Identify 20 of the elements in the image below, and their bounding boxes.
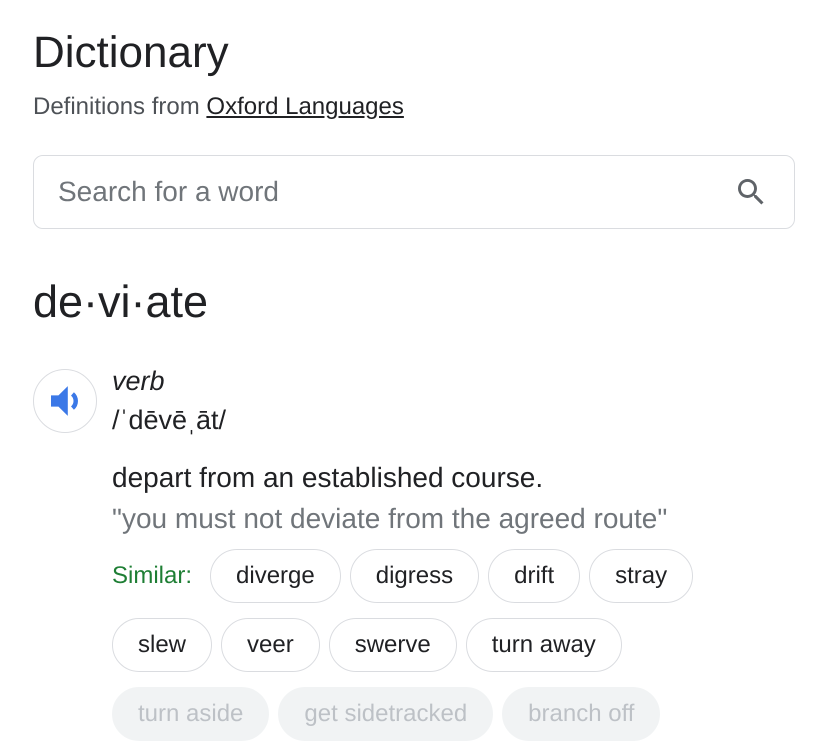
synonym-chip[interactable]: slew	[112, 618, 212, 672]
synonym-chip[interactable]: diverge	[210, 549, 341, 603]
synonym-chip[interactable]: turn away	[466, 618, 622, 672]
example-sentence: "you must not deviate from the agreed route"	[112, 502, 668, 536]
source-link[interactable]: Oxford Languages	[206, 93, 404, 120]
synonym-chip[interactable]: veer	[221, 618, 320, 672]
search-field[interactable]: Search for a word	[33, 155, 795, 229]
headword: de·vi·ate	[33, 276, 208, 328]
source-attribution: Definitions from Oxford Languages	[33, 93, 404, 121]
definition-text: depart from an established course.	[112, 461, 544, 495]
synonym-chip[interactable]: digress	[350, 549, 480, 603]
synonym-chip[interactable]: stray	[589, 549, 694, 603]
dictionary-title: Dictionary	[33, 27, 229, 79]
synonym-chip[interactable]: drift	[488, 549, 580, 603]
search-icon[interactable]	[738, 179, 765, 206]
pronunciation-text: /ˈdēvēˌāt/	[112, 404, 226, 437]
synonym-chip[interactable]: swerve	[328, 618, 457, 672]
similar-label: Similar:	[112, 561, 192, 591]
speaker-icon	[51, 386, 79, 416]
part-of-speech: verb	[112, 365, 165, 398]
